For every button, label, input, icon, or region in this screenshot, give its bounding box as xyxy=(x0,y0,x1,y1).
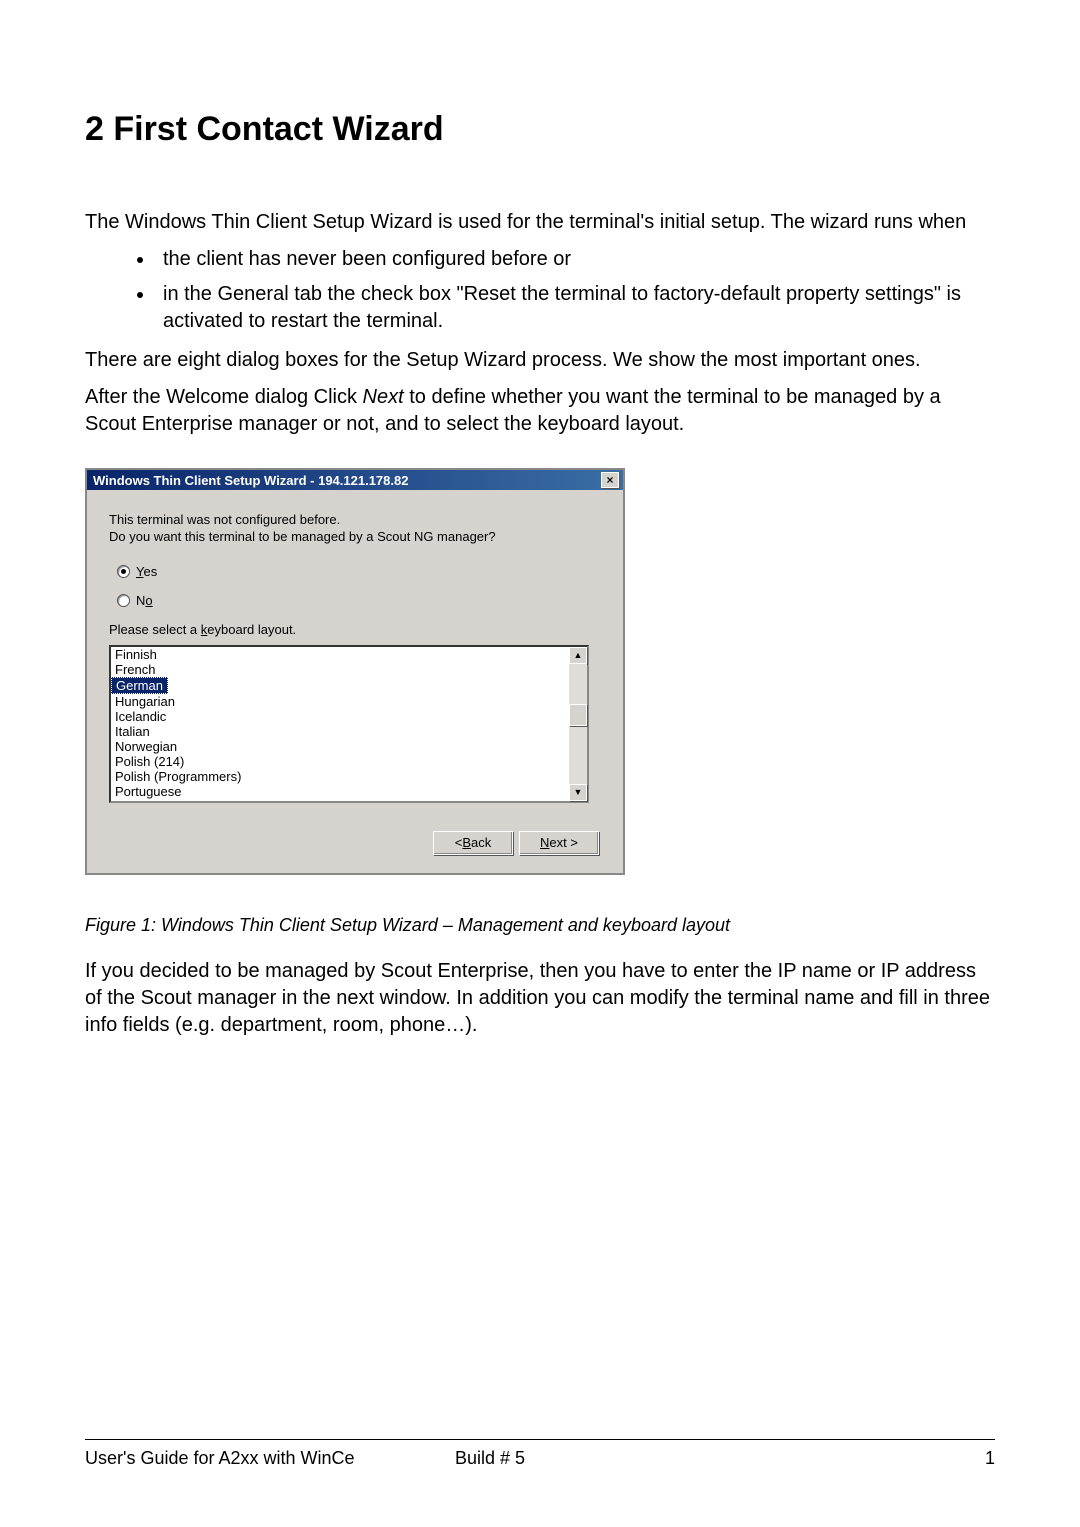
list-item[interactable]: Finnish xyxy=(111,647,569,662)
close-icon: × xyxy=(606,474,613,486)
bullet-item: in the General tab the check box "Reset … xyxy=(155,281,995,335)
back-button[interactable]: < Back xyxy=(433,831,513,855)
paragraph: If you decided to be managed by Scout En… xyxy=(85,958,995,1039)
mnemonic: N xyxy=(540,835,549,850)
scroll-thumb[interactable] xyxy=(569,704,587,726)
bullet-item: the client has never been configured bef… xyxy=(155,246,995,273)
wizard-line1: This terminal was not configured before. xyxy=(109,512,601,529)
mnemonic: B xyxy=(462,835,471,850)
radio-label: N xyxy=(136,593,145,608)
list-item[interactable]: Icelandic xyxy=(111,709,569,724)
paragraph: After the Welcome dialog Click Next to d… xyxy=(85,384,995,438)
radio-icon xyxy=(117,565,130,578)
radio-yes[interactable]: Yes xyxy=(117,564,601,579)
intro-bullet-list: the client has never been configured bef… xyxy=(85,246,995,335)
list-item[interactable]: French xyxy=(111,662,569,677)
section-heading: 2 First Contact Wizard xyxy=(85,110,995,149)
list-item[interactable]: Portuguese xyxy=(111,784,569,799)
titlebar: Windows Thin Client Setup Wizard - 194.1… xyxy=(87,470,623,490)
list-item[interactable]: Norwegian xyxy=(111,739,569,754)
page-footer: User's Guide for A2xx with WinCe Build #… xyxy=(85,1439,995,1469)
list-item-selected[interactable]: German xyxy=(111,677,168,694)
list-item[interactable]: Polish (Programmers) xyxy=(111,769,569,784)
footer-rule xyxy=(85,1439,995,1440)
scroll-down-icon[interactable]: ▼ xyxy=(569,784,587,801)
keyboard-listbox[interactable]: Finnish French German Hungarian Icelandi… xyxy=(109,645,589,803)
paragraph: There are eight dialog boxes for the Set… xyxy=(85,347,995,374)
scroll-track[interactable] xyxy=(569,664,587,784)
footer-center: Build # 5 xyxy=(455,1448,985,1469)
scroll-up-icon[interactable]: ▲ xyxy=(569,647,587,664)
footer-page-number: 1 xyxy=(985,1448,995,1469)
figure-caption: Figure 1: Windows Thin Client Setup Wiza… xyxy=(85,915,995,936)
scrollbar[interactable]: ▲ ▼ xyxy=(569,647,587,801)
text-run: After the Welcome dialog Click xyxy=(85,386,363,408)
radio-label: es xyxy=(143,564,157,579)
intro-paragraph: The Windows Thin Client Setup Wizard is … xyxy=(85,209,995,236)
list-item[interactable]: Italian xyxy=(111,724,569,739)
wizard-line2: Do you want this terminal to be managed … xyxy=(109,529,601,546)
window-title: Windows Thin Client Setup Wizard - 194.1… xyxy=(93,473,408,488)
radio-no[interactable]: No xyxy=(117,593,601,608)
next-button[interactable]: Next > xyxy=(519,831,599,855)
footer-left: User's Guide for A2xx with WinCe xyxy=(85,1448,455,1469)
list-item[interactable]: Polish (214) xyxy=(111,754,569,769)
list-item[interactable]: Hungarian xyxy=(111,694,569,709)
italic-run: Next xyxy=(363,386,404,408)
mnemonic: o xyxy=(145,593,152,608)
wizard-dialog: Windows Thin Client Setup Wizard - 194.1… xyxy=(85,468,625,875)
close-button[interactable]: × xyxy=(601,472,619,488)
keyboard-prompt: Please select a keyboard layout. xyxy=(109,622,601,639)
radio-icon xyxy=(117,594,130,607)
